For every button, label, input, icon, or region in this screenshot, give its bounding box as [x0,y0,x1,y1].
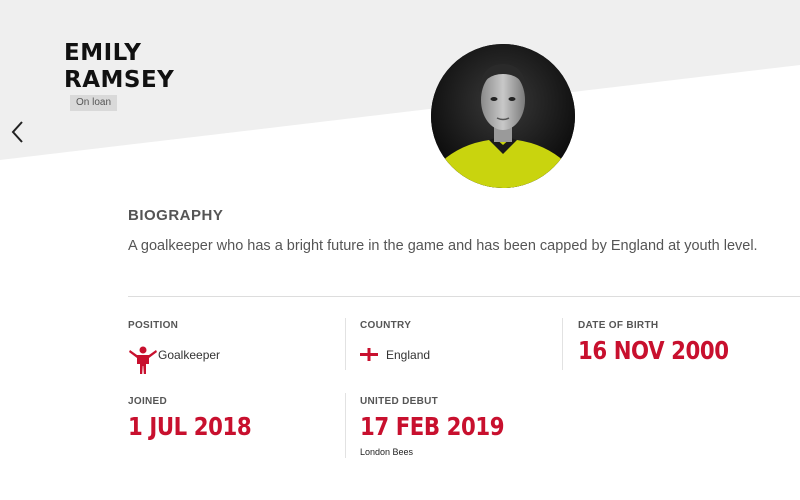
goalkeeper-icon [128,345,158,375]
country-label: COUNTRY [360,320,412,331]
player-first-name: EMILY [64,40,142,66]
player-avatar [431,44,575,188]
debut-label: UNITED DEBUT [360,396,439,407]
section-divider [128,296,800,297]
england-flag-icon [360,347,378,362]
debut-opponent: London Bees [360,447,414,457]
dob-value: 16 NOV 2000 [578,336,729,365]
debut-value: 17 FEB 2019 [360,412,505,441]
dob-label: DATE OF BIRTH [578,320,659,331]
biography-text: A goalkeeper who has a bright future in … [128,238,758,254]
back-arrow-icon[interactable] [10,120,26,144]
biography-heading: BIOGRAPHY [128,207,224,224]
column-divider [562,318,563,370]
column-divider [345,318,346,370]
column-divider [345,393,346,458]
player-last-name: RAMSEY [64,67,175,93]
position-value: Goalkeeper [158,348,221,362]
country-value: England [386,348,431,362]
position-label: POSITION [128,320,179,331]
joined-value: 1 JUL 2018 [128,412,252,441]
player-name: EMILY RAMSEY [64,40,174,94]
status-badge: On loan [70,95,118,111]
joined-label: JOINED [128,396,168,407]
